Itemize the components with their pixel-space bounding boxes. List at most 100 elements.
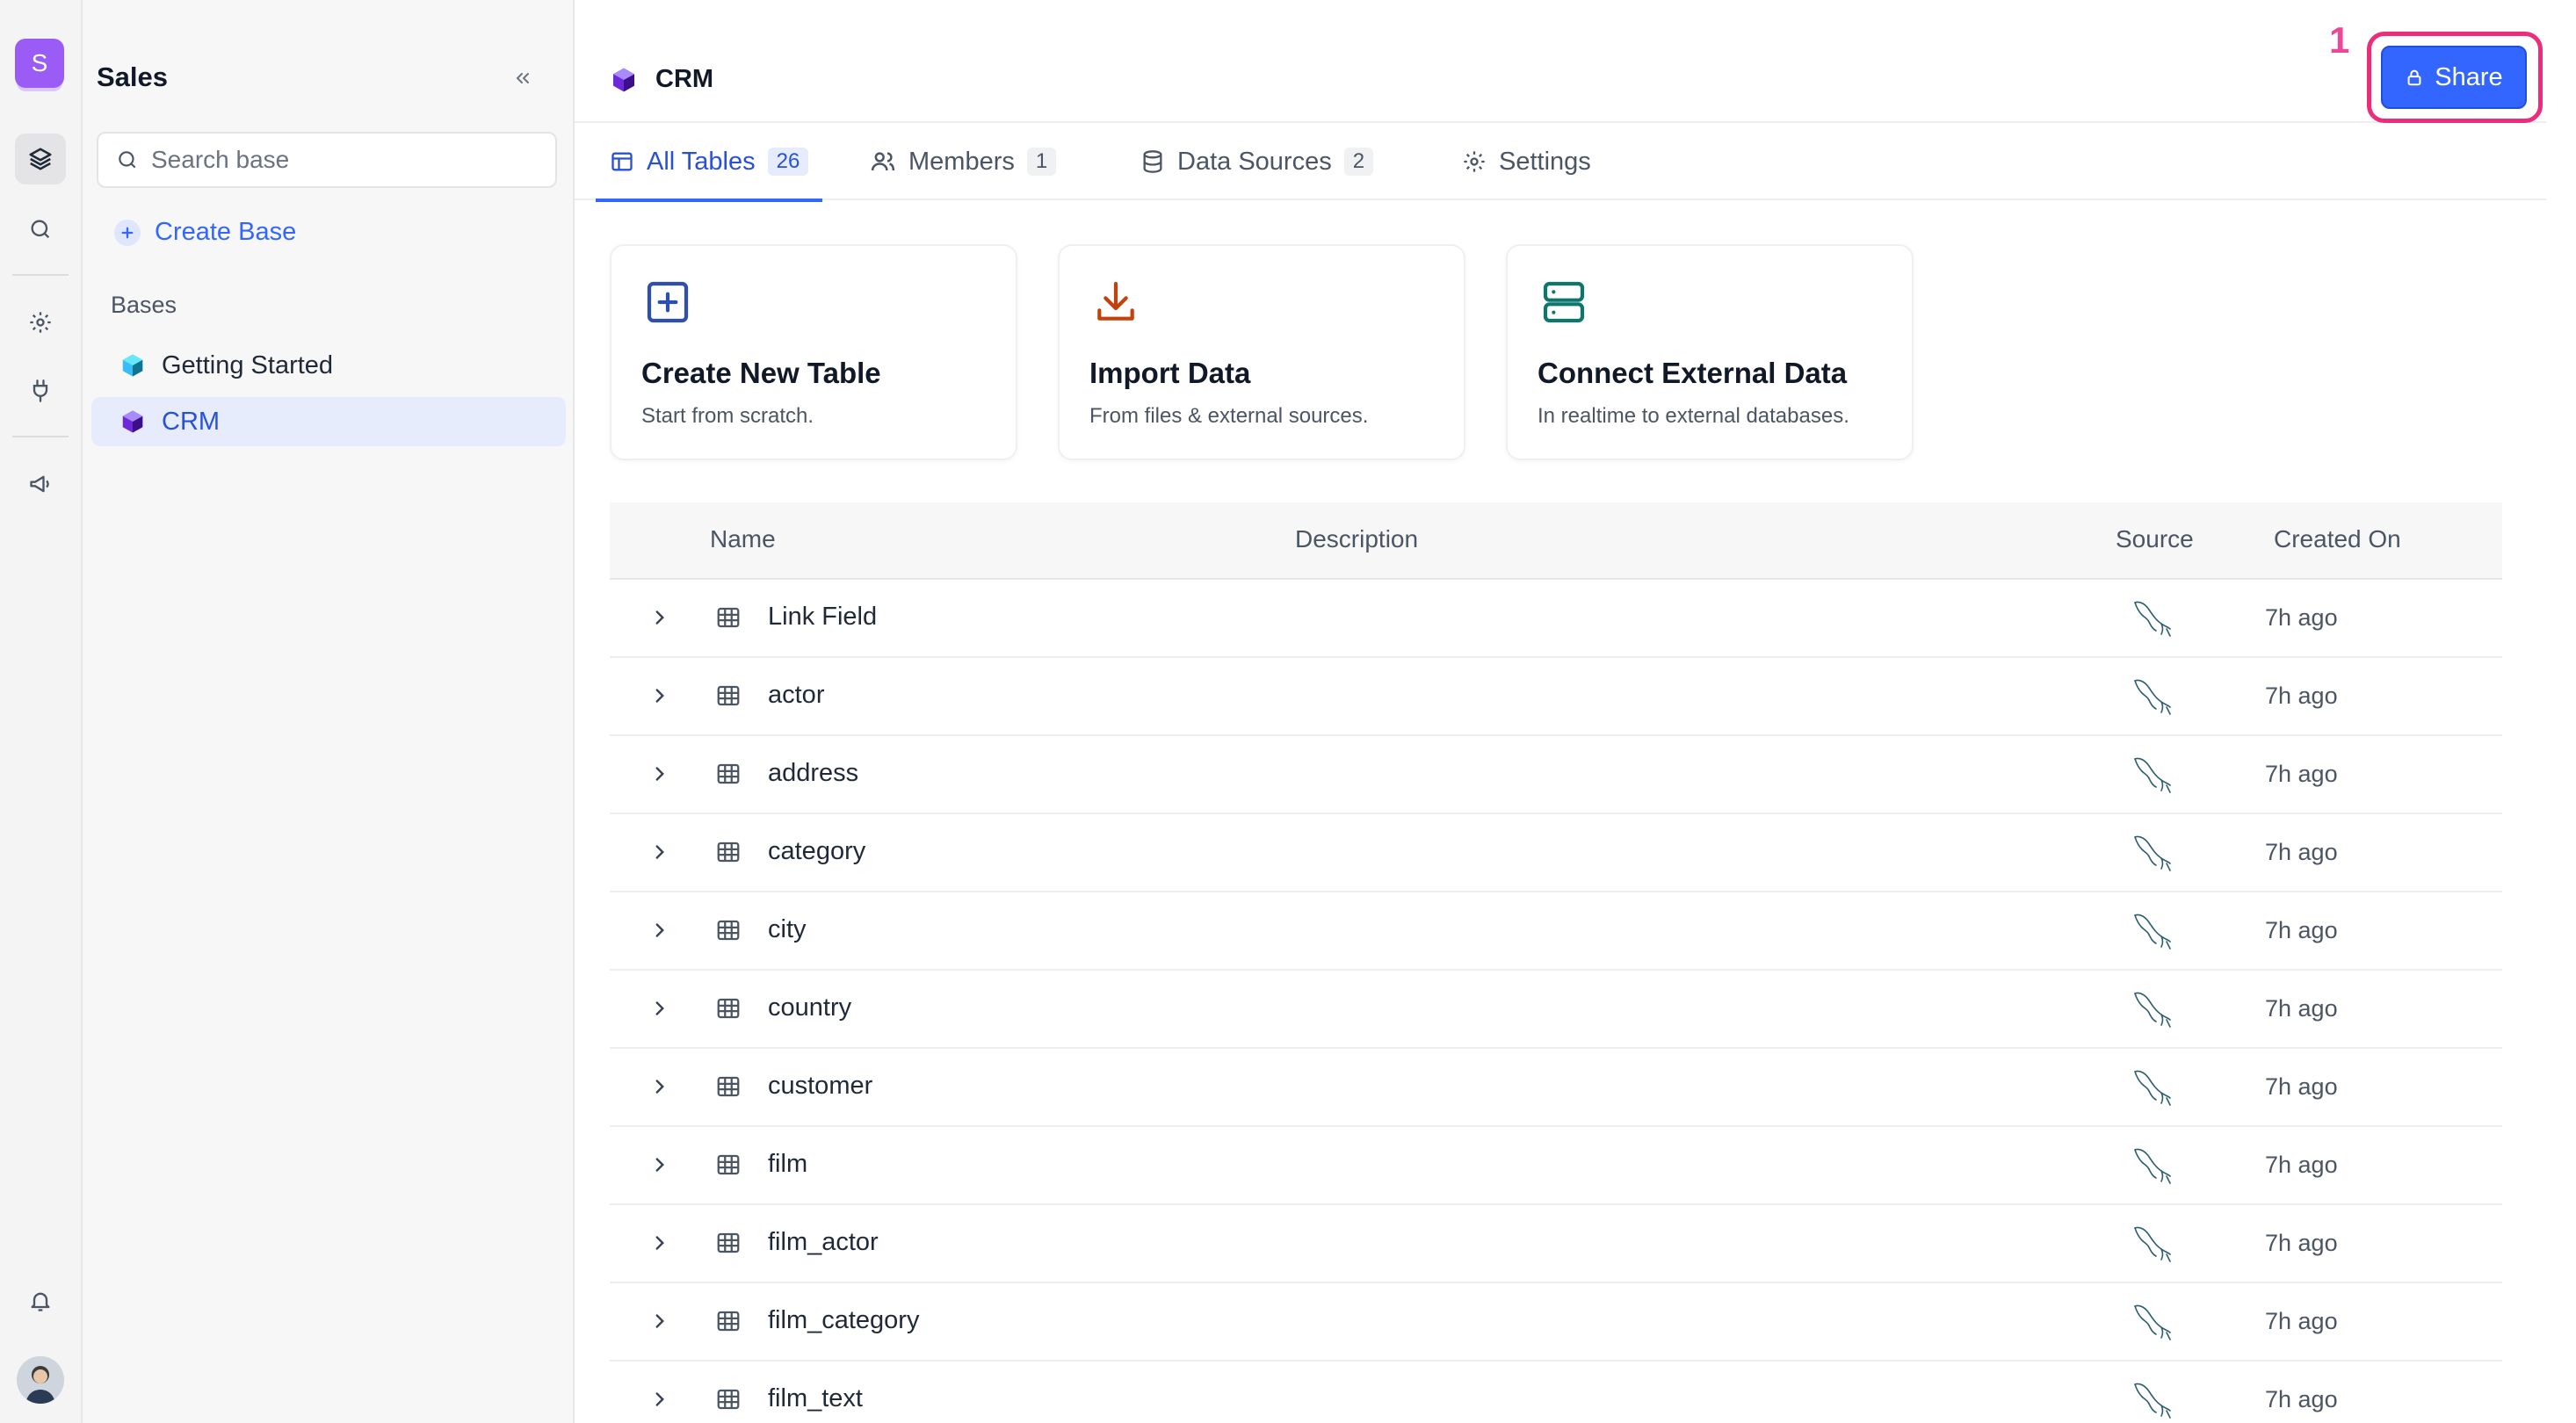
table-grid-icon xyxy=(717,1311,740,1332)
create-new-table-card[interactable]: Create New Table Start from scratch. xyxy=(610,244,1017,460)
created-on-value: 7h ago xyxy=(2265,1073,2338,1100)
sidebar-item-label: Getting Started xyxy=(162,350,334,379)
gear-icon xyxy=(30,312,51,333)
sidebar-item-getting-started[interactable]: Getting Started xyxy=(91,341,566,390)
table-row[interactable]: Link Field 7h ago xyxy=(610,580,2502,658)
column-header-source[interactable]: Source xyxy=(2116,525,2194,553)
mysql-dolphin-icon xyxy=(2134,1383,2171,1419)
integrations-nav-button[interactable] xyxy=(15,365,66,416)
table-layout-icon xyxy=(611,152,633,171)
megaphone-icon xyxy=(30,475,49,493)
import-data-card[interactable]: Import Data From files & external source… xyxy=(1058,244,1465,460)
search-icon xyxy=(31,220,50,239)
table-row[interactable]: category 7h ago xyxy=(610,814,2502,892)
created-on-value: 7h ago xyxy=(2265,761,2338,787)
search-nav-button[interactable] xyxy=(15,204,66,255)
chevron-right-icon[interactable] xyxy=(648,1232,671,1254)
chevron-right-icon[interactable] xyxy=(648,997,671,1020)
chevron-right-icon[interactable] xyxy=(648,1388,671,1411)
sidebar-item-crm[interactable]: CRM xyxy=(91,397,566,446)
user-photo-icon xyxy=(17,1356,64,1404)
mysql-dolphin-icon xyxy=(2134,1070,2171,1106)
base-cube-icon xyxy=(613,68,634,91)
created-on-value: 7h ago xyxy=(2265,839,2338,865)
column-header-name[interactable]: Name xyxy=(710,525,776,553)
tab-settings[interactable]: Settings xyxy=(1462,123,1591,200)
mysql-dolphin-icon xyxy=(2134,835,2171,871)
table-row[interactable]: actor 7h ago xyxy=(610,658,2502,736)
tables-list: Name Description Source Created On Link … xyxy=(610,502,2502,1423)
table-name: address xyxy=(768,759,859,787)
mysql-dolphin-icon xyxy=(2134,757,2171,793)
column-header-description[interactable]: Description xyxy=(1295,525,1418,553)
notifications-button[interactable] xyxy=(15,1275,66,1326)
created-on-value: 7h ago xyxy=(2265,917,2338,943)
tab-all-tables[interactable]: All Tables 26 xyxy=(595,123,823,202)
table-row[interactable]: film 7h ago xyxy=(610,1127,2502,1205)
tab-count-badge: 1 xyxy=(1026,148,1057,176)
card-title: Import Data xyxy=(1089,357,1251,389)
workspace-avatar[interactable]: S xyxy=(15,39,64,88)
table-name: city xyxy=(768,915,807,943)
page-title: CRM xyxy=(610,65,713,94)
collapse-sidebar-button[interactable] xyxy=(510,65,536,91)
lock-icon xyxy=(2407,69,2421,86)
table-grid-icon xyxy=(717,685,740,706)
settings-nav-button[interactable] xyxy=(15,297,66,348)
download-icon xyxy=(1097,281,1134,321)
tab-members[interactable]: Members 1 xyxy=(870,123,1057,200)
user-avatar[interactable] xyxy=(17,1356,64,1404)
table-row[interactable]: film_category 7h ago xyxy=(610,1283,2502,1362)
chevron-right-icon[interactable] xyxy=(648,762,671,785)
plus-icon xyxy=(114,219,141,246)
share-label: Share xyxy=(2435,62,2503,91)
table-row[interactable]: film_text 7h ago xyxy=(610,1362,2502,1423)
table-row[interactable]: country 7h ago xyxy=(610,971,2502,1049)
search-base-input[interactable] xyxy=(151,146,538,174)
chevron-right-icon[interactable] xyxy=(648,606,671,629)
rail-divider xyxy=(12,274,69,276)
plus-square-icon xyxy=(647,281,689,323)
create-base-label: Create Base xyxy=(155,218,297,246)
plug-icon xyxy=(33,379,48,402)
tab-bar: All Tables 26 Members 1 Data Sources 2 S… xyxy=(575,123,2546,202)
created-on-value: 7h ago xyxy=(2265,1386,2338,1412)
mysql-dolphin-icon xyxy=(2134,992,2171,1028)
table-grid-icon xyxy=(717,1076,740,1097)
chevron-right-icon[interactable] xyxy=(648,1153,671,1176)
workspace-title: Sales xyxy=(97,61,169,92)
chevron-right-icon[interactable] xyxy=(648,919,671,942)
connect-external-data-card[interactable]: Connect External Data In realtime to ext… xyxy=(1506,244,1914,460)
tab-data-sources[interactable]: Data Sources 2 xyxy=(1140,123,1374,200)
created-on-value: 7h ago xyxy=(2265,683,2338,709)
search-base-box[interactable] xyxy=(97,132,557,188)
table-row[interactable]: address 7h ago xyxy=(610,736,2502,814)
column-header-created-on[interactable]: Created On xyxy=(2274,525,2401,553)
chevron-right-icon[interactable] xyxy=(648,841,671,863)
bases-nav-button[interactable] xyxy=(15,134,66,184)
rail-divider xyxy=(12,436,69,437)
card-subtitle: From files & external sources. xyxy=(1089,404,1369,428)
tab-count-badge: 2 xyxy=(1343,148,1374,176)
table-grid-icon xyxy=(717,998,740,1019)
card-subtitle: In realtime to external databases. xyxy=(1538,404,1849,428)
annotation-number: 1 xyxy=(2329,19,2350,61)
share-button[interactable]: Share xyxy=(2381,46,2527,109)
table-grid-icon xyxy=(717,842,740,863)
mysql-dolphin-icon xyxy=(2134,1226,2171,1262)
announcements-nav-button[interactable] xyxy=(15,459,66,509)
table-name: film xyxy=(768,1150,808,1178)
server-icon xyxy=(1543,281,1585,323)
base-cube-icon xyxy=(122,354,143,377)
chevron-right-icon[interactable] xyxy=(648,684,671,707)
mysql-dolphin-icon xyxy=(2134,1304,2171,1340)
page-title-text: CRM xyxy=(655,65,714,93)
chevron-right-icon[interactable] xyxy=(648,1310,671,1333)
create-base-button[interactable]: Create Base xyxy=(114,218,296,247)
table-header: Name Description Source Created On xyxy=(610,502,2502,580)
base-sidebar: Sales Create Base Bases Getting Started … xyxy=(83,0,575,1423)
table-row[interactable]: city 7h ago xyxy=(610,892,2502,971)
chevron-right-icon[interactable] xyxy=(648,1075,671,1098)
table-row[interactable]: customer 7h ago xyxy=(610,1049,2502,1127)
table-row[interactable]: film_actor 7h ago xyxy=(610,1205,2502,1283)
